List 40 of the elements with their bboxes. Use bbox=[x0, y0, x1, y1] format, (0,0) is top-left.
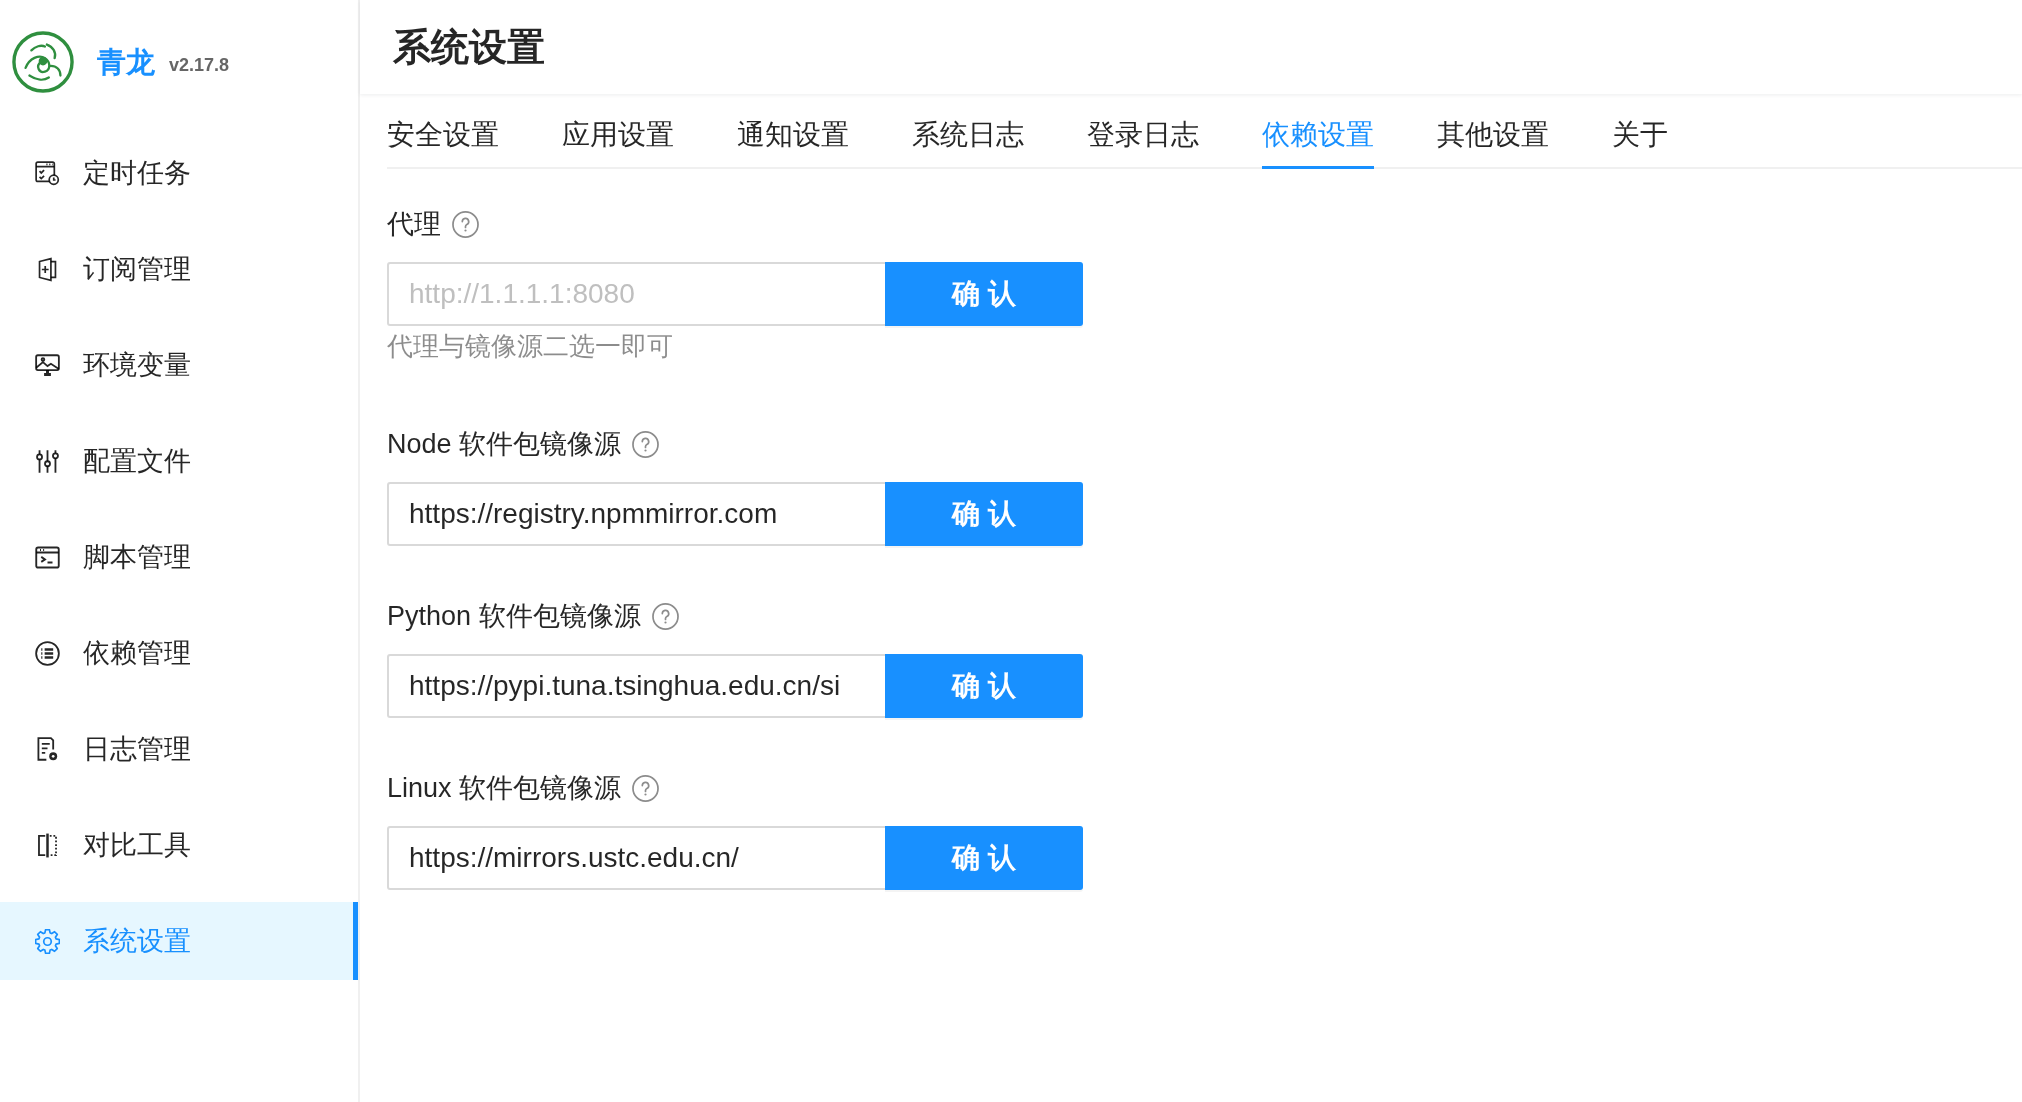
field-label: Node 软件包镜像源 bbox=[387, 428, 622, 461]
sliders-icon bbox=[35, 448, 60, 474]
sidebar-item[interactable]: 环境变量 bbox=[0, 326, 358, 404]
help-icon[interactable] bbox=[632, 430, 660, 458]
help-icon[interactable] bbox=[452, 210, 479, 238]
terminal-window-icon bbox=[35, 544, 60, 570]
page-title: 系统设置 bbox=[393, 25, 545, 70]
tab[interactable]: 安全设置 bbox=[387, 104, 499, 169]
tab[interactable]: 通知设置 bbox=[737, 104, 849, 169]
tab[interactable]: 系统日志 bbox=[912, 104, 1024, 169]
version-label: v2.17.8 bbox=[169, 54, 230, 77]
tab[interactable]: 其他设置 bbox=[1437, 104, 1549, 169]
input-field[interactable]: https://registry.npmmirror.com bbox=[387, 482, 885, 546]
sidebar-item[interactable]: 对比工具 bbox=[0, 806, 358, 884]
sidebar-item[interactable]: 日志管理 bbox=[0, 710, 358, 788]
sidebar-item[interactable]: 定时任务 bbox=[0, 134, 358, 212]
tab[interactable]: 关于 bbox=[1612, 104, 1668, 169]
input-field[interactable]: https://mirrors.ustc.edu.cn/ bbox=[387, 826, 885, 890]
sidebar-item[interactable]: 依赖管理 bbox=[0, 614, 358, 692]
field-label: Python 软件包镜像源 bbox=[387, 600, 641, 633]
sidebar-item[interactable]: 配置文件 bbox=[0, 422, 358, 500]
document-gear-icon bbox=[35, 736, 60, 762]
input-field[interactable]: https://pypi.tuna.tsinghua.edu.cn/si bbox=[387, 654, 885, 718]
hint-text: 代理与镜像源二选一即可 bbox=[387, 330, 674, 363]
sidebar-item[interactable]: 脚本管理 bbox=[0, 518, 358, 596]
monitor-image-icon bbox=[35, 352, 60, 378]
tab[interactable]: 登录日志 bbox=[1087, 104, 1199, 169]
help-icon[interactable] bbox=[651, 602, 679, 630]
help-icon[interactable] bbox=[632, 774, 660, 802]
tab[interactable]: 应用设置 bbox=[562, 104, 674, 169]
input-field[interactable]: http://1.1.1.1:8080 bbox=[387, 262, 885, 326]
app-title: 青龙 bbox=[97, 45, 155, 80]
sidebar-item[interactable]: 订阅管理 bbox=[0, 230, 358, 308]
logo-icon bbox=[12, 31, 74, 93]
calendar-clock-icon bbox=[35, 160, 60, 186]
settings-icon bbox=[35, 928, 60, 954]
list-circle-icon bbox=[35, 640, 60, 666]
split-compare-icon bbox=[35, 832, 60, 858]
field-label: Linux 软件包镜像源 bbox=[387, 772, 622, 805]
field-label: 代理 bbox=[387, 208, 441, 241]
